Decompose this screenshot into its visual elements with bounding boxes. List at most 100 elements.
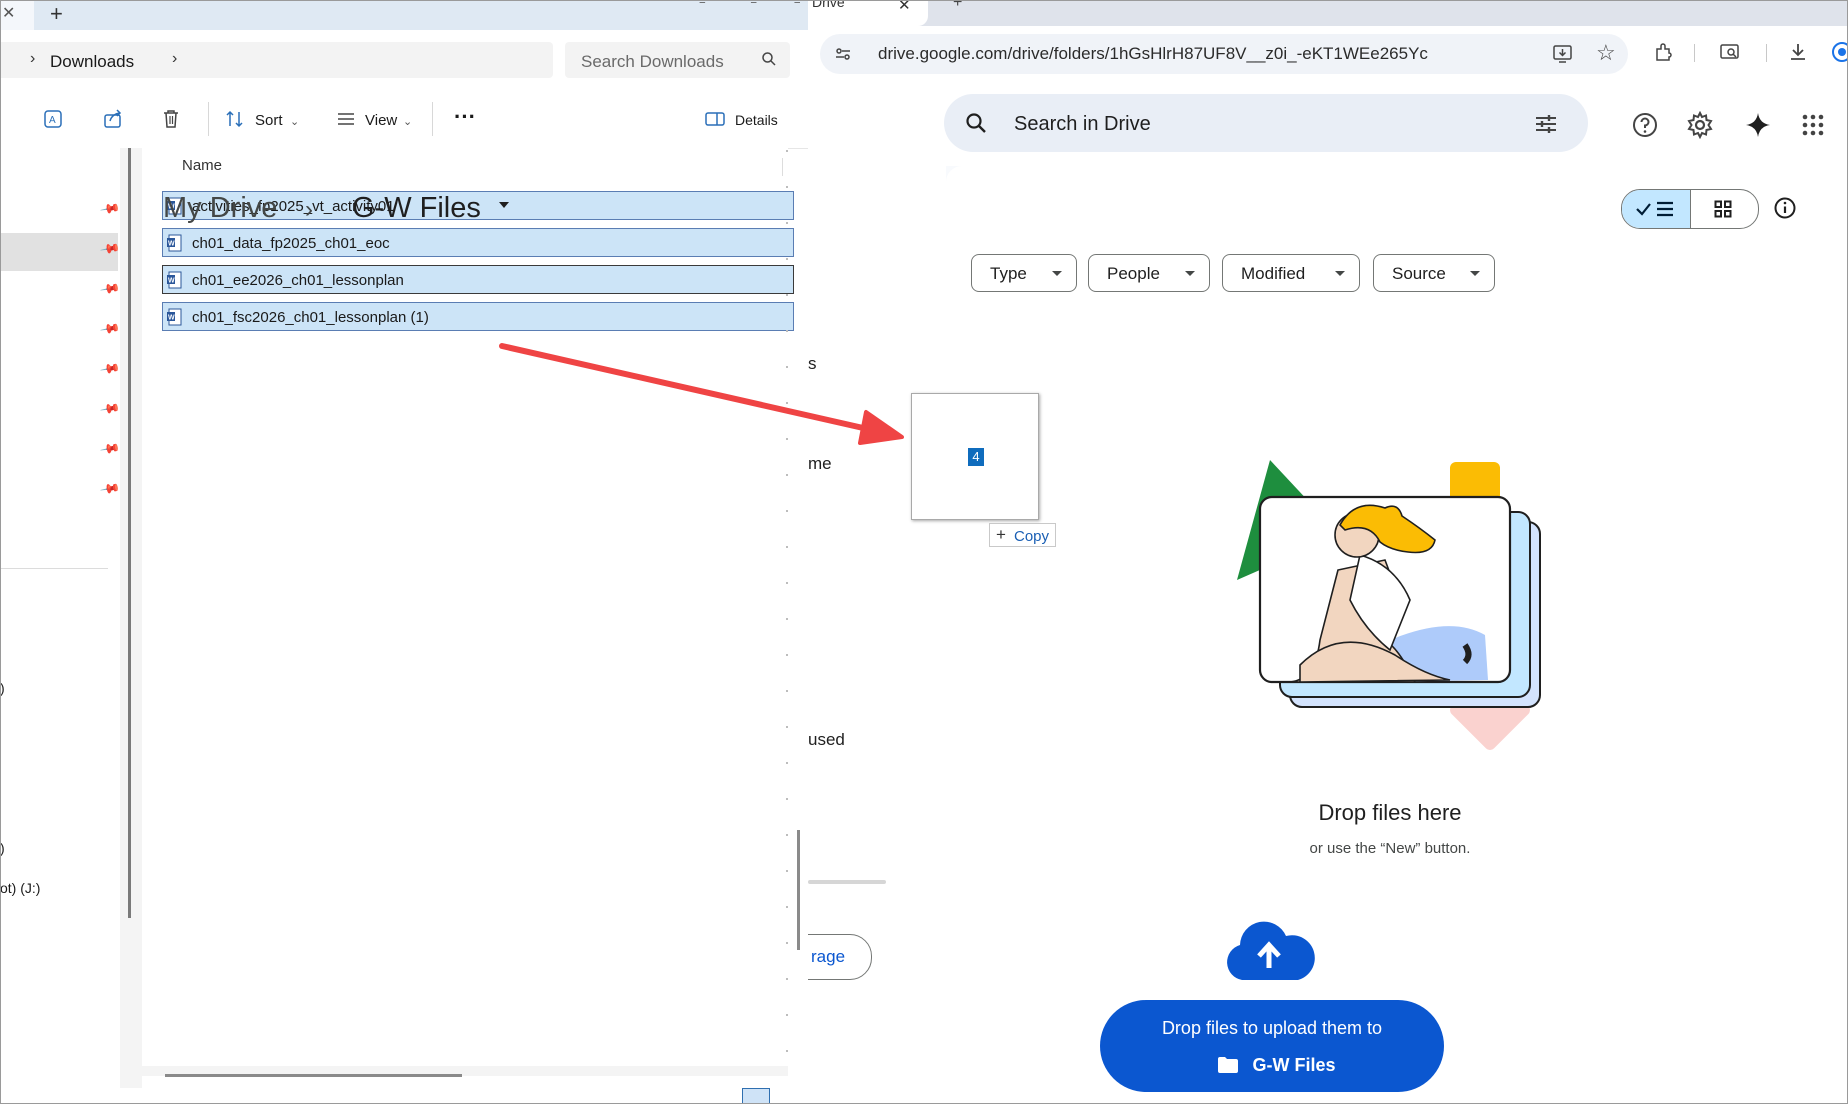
help-icon[interactable]: [1630, 110, 1660, 140]
profile-avatar[interactable]: [1830, 40, 1848, 64]
tab-search-icon[interactable]: [1718, 40, 1742, 64]
dropdown-caret-icon: [1052, 271, 1062, 276]
settings-gear-icon[interactable]: [1685, 110, 1715, 140]
dropdown-caret-icon: [1470, 271, 1480, 276]
breadcrumb-my-drive[interactable]: My Drive: [163, 192, 277, 225]
close-icon[interactable]: ✕: [2, 3, 15, 23]
new-tab-icon[interactable]: +: [50, 1, 63, 27]
sidebar-item-fragment[interactable]: s: [808, 354, 817, 374]
search-options-icon[interactable]: [1534, 112, 1558, 141]
view-icon[interactable]: [333, 106, 359, 132]
file-row[interactable]: W ch01_data_fp2025_ch01_eoc: [162, 228, 794, 257]
horizontal-scrollbar[interactable]: [165, 1074, 462, 1077]
pin-icon[interactable]: 📌: [99, 198, 121, 220]
sidebar-item-home-fragment[interactable]: me: [808, 454, 832, 474]
downloads-icon[interactable]: [1786, 40, 1810, 64]
filter-chip-type[interactable]: Type: [971, 254, 1077, 292]
filter-chip-people[interactable]: People: [1088, 254, 1210, 292]
browser-tab-strip: Drive ✕ +: [808, 0, 1848, 26]
folder-menu-caret-icon[interactable]: [497, 198, 511, 217]
search-icon: [964, 111, 988, 140]
filter-chip-label[interactable]: Source: [1392, 264, 1446, 284]
empty-state-title: Drop files here: [1318, 800, 1462, 825]
filter-chip-modified[interactable]: Modified: [1222, 254, 1360, 292]
window-controls[interactable]: ‾ ‾ ‾: [700, 0, 800, 16]
pin-icon[interactable]: 📌: [99, 358, 121, 380]
pin-icon[interactable]: 📌: [99, 398, 121, 420]
view-button[interactable]: View: [365, 112, 397, 129]
tab-title[interactable]: Drive: [812, 0, 845, 10]
filter-chip-label[interactable]: Type: [990, 264, 1027, 284]
column-divider[interactable]: [782, 158, 783, 176]
search-placeholder: Search in Drive: [1014, 113, 1151, 135]
breadcrumb[interactable]: › Downloads ›: [0, 42, 553, 78]
nav-item-drive-j[interactable]: ot) (J:): [0, 880, 40, 896]
upload-banner-text: Drop files to upload them to: [1161, 1018, 1383, 1038]
explorer-address-row: › Downloads › Search Downloads: [0, 38, 808, 82]
file-name[interactable]: ch01_fsc2026_ch01_lessonplan (1): [192, 309, 429, 326]
nav-scrollbar-track[interactable]: [120, 148, 142, 1088]
nav-item-fragment[interactable]: ): [0, 680, 5, 696]
url-text[interactable]: drive.google.com/drive/folders/1hGsHlrH8…: [878, 44, 1428, 64]
nav-item-fragment[interactable]: ): [0, 840, 5, 856]
delete-icon[interactable]: [158, 106, 184, 132]
dropdown-caret-icon: [1185, 271, 1195, 276]
filter-chip-label[interactable]: Modified: [1241, 264, 1305, 284]
navigation-pane: 📌 📌 📌 📌 📌 📌 📌 📌 ) ) ot) (J:): [0, 148, 121, 1088]
filter-chip-label[interactable]: People: [1107, 264, 1160, 284]
details-view-toggle[interactable]: [742, 1088, 770, 1104]
site-settings-icon[interactable]: [834, 45, 852, 68]
close-tab-icon[interactable]: ✕: [898, 0, 911, 14]
column-edge: [786, 150, 788, 1070]
new-tab-icon[interactable]: +: [953, 0, 962, 12]
storage-usage-bar: [808, 880, 886, 884]
bookmark-star-icon[interactable]: ☆: [1596, 40, 1616, 66]
browser-tab-drive[interactable]: Drive ✕: [808, 0, 928, 26]
pin-icon[interactable]: 📌: [99, 478, 121, 500]
apps-grid-icon[interactable]: [1798, 110, 1828, 140]
file-list-scrollbar[interactable]: [797, 830, 800, 950]
install-app-icon[interactable]: [1552, 43, 1574, 70]
drive-search-input[interactable]: Search in Drive: [944, 94, 1588, 152]
file-list: Name W activities_fp2025_vt_activity01 W…: [142, 148, 794, 1068]
file-name[interactable]: ch01_ee2026_ch01_lessonplan: [192, 272, 404, 289]
extensions-icon[interactable]: [1652, 40, 1676, 64]
current-folder-title[interactable]: G-W Files: [352, 192, 481, 225]
get-more-storage-button[interactable]: rage: [808, 934, 872, 980]
toolbar-divider: [432, 102, 433, 136]
address-bar[interactable]: drive.google.com/drive/folders/1hGsHlrH8…: [820, 34, 1628, 74]
search-input[interactable]: Search Downloads: [565, 42, 790, 78]
chevron-right-icon[interactable]: ›: [172, 50, 177, 68]
sort-icon[interactable]: [222, 106, 248, 132]
file-row[interactable]: W ch01_ee2026_ch01_lessonplan: [162, 265, 794, 294]
chevron-down-icon[interactable]: ⌄: [403, 115, 412, 128]
list-view-button[interactable]: [1622, 190, 1691, 228]
file-name[interactable]: ch01_data_fp2025_ch01_eoc: [192, 235, 390, 252]
search-icon: [761, 51, 777, 72]
share-icon[interactable]: [100, 106, 126, 132]
chevron-right-icon: ›: [305, 196, 313, 223]
breadcrumb-downloads[interactable]: Downloads: [50, 52, 134, 72]
rename-icon[interactable]: A: [40, 106, 66, 132]
pin-icon[interactable]: 📌: [99, 318, 121, 340]
chevron-down-icon[interactable]: ⌄: [290, 115, 299, 128]
sort-button[interactable]: Sort: [255, 112, 283, 129]
cloud-upload-icon: [1227, 921, 1315, 980]
file-row[interactable]: W ch01_fsc2026_ch01_lessonplan (1): [162, 302, 794, 331]
toolbar-divider: [1694, 44, 1695, 62]
filter-chip-source[interactable]: Source: [1373, 254, 1495, 292]
details-button[interactable]: Details: [735, 112, 778, 128]
word-document-icon: W: [167, 234, 182, 252]
pin-icon[interactable]: 📌: [99, 438, 121, 460]
gemini-sparkle-icon[interactable]: [1743, 110, 1773, 140]
pin-icon[interactable]: 📌: [99, 278, 121, 300]
nav-scrollbar[interactable]: [128, 148, 131, 918]
grid-view-button[interactable]: [1690, 190, 1758, 228]
explorer-tab[interactable]: ✕: [0, 0, 34, 30]
view-switch: [1621, 189, 1759, 229]
more-options-button[interactable]: ···: [454, 104, 476, 130]
storage-button-label[interactable]: rage: [811, 947, 845, 967]
column-header-name[interactable]: Name: [182, 157, 222, 174]
details-pane-icon[interactable]: [702, 106, 728, 132]
info-icon[interactable]: [1773, 196, 1797, 225]
